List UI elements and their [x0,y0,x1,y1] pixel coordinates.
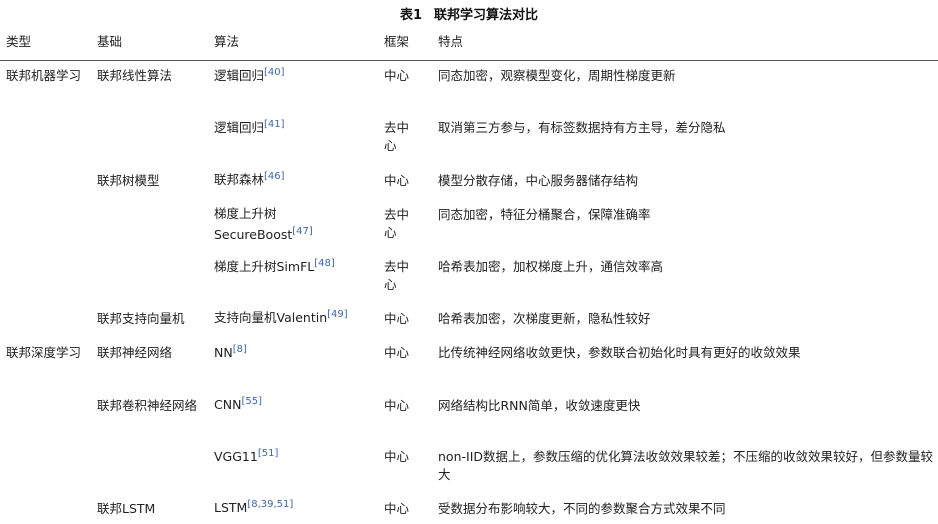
citation[interactable]: [49] [327,309,348,320]
header-type: 类型 [6,34,32,49]
row-framework: 中心 [384,173,410,188]
citation[interactable]: [8] [233,344,247,355]
row-framework: 中心 [384,68,410,83]
citation[interactable]: [41] [264,119,285,130]
row-algorithm: NN[8] [214,344,247,361]
row-features: 同态加密，特征分桶聚合，保障准确率 [438,207,651,222]
row-basis: 联邦线性算法 [97,68,173,83]
row-features: 哈希表加密，次梯度更新，隐私性较好 [438,311,651,326]
row-basis: 联邦支持向量机 [97,311,185,326]
header-framework: 框架 [384,34,410,49]
row-algorithm: 梯度上升树SimFL[48] [214,258,335,275]
row-algorithm: 联邦森林[46] [214,171,285,188]
row-framework: 中心 [384,345,410,360]
citation[interactable]: [47] [292,226,313,237]
row-features: 模型分散存储，中心服务器储存结构 [438,173,639,188]
table-title: 联邦学习算法对比 [434,8,539,23]
citation[interactable]: [55] [241,396,262,407]
row-features: 取消第三方参与，有标签数据持有方主导，差分隐私 [438,120,726,135]
row-algorithm: 支持向量机Valentin[49] [214,309,348,326]
row-framework: 中心 [384,501,410,516]
row-features: 比传统神经网络收敛更快，参数联合初始化时具有更好的收敛效果 [438,345,801,360]
row-framework: 去中心 [384,207,410,240]
row-algorithm: CNN[55] [214,396,262,413]
header-features: 特点 [438,34,464,49]
row-features: 网络结构比RNN简单，收敛速度更快 [438,398,641,413]
header-basis: 基础 [97,34,123,49]
row-basis: 联邦卷积神经网络 [97,398,198,413]
row-framework: 中心 [384,398,410,413]
table-number: 表1 [399,8,423,23]
row-basis: 联邦LSTM [97,501,156,516]
row-algorithm: LSTM[8,39,51] [214,499,294,516]
header-algorithm: 算法 [214,34,240,49]
citation[interactable]: [51] [258,448,279,459]
citation[interactable]: [40] [264,67,285,78]
citation[interactable]: [8,39,51] [247,499,293,510]
row-framework: 去中心 [384,259,410,292]
row-algorithm: 逻辑回归[40] [214,67,285,84]
citation[interactable]: [48] [314,258,335,269]
row-basis: 联邦树模型 [97,173,160,188]
row-features: 哈希表加密，加权梯度上升，通信效率高 [438,259,664,274]
row-features: non-IID数据上，参数压缩的优化算法收敛效果较差；不压缩的收敛效果较好，但参… [438,449,934,482]
row-framework: 中心 [384,449,410,464]
citation[interactable]: [46] [264,171,285,182]
row-features: 受数据分布影响较大，不同的参数聚合方式效果不同 [438,501,726,516]
row-algorithm: VGG11[51] [214,448,279,465]
table-caption: 表1 联邦学习算法对比 [0,4,938,23]
row-framework: 去中心 [384,120,410,153]
row-type: 联邦深度学习 [6,345,82,360]
header-divider [0,60,938,61]
row-algorithm: 逻辑回归[41] [214,119,285,136]
row-framework: 中心 [384,311,410,326]
row-algorithm: 梯度上升树 SecureBoost[47] [214,206,313,243]
row-features: 同态加密，观察模型变化，周期性梯度更新 [438,68,676,83]
row-basis: 联邦神经网络 [97,345,173,360]
row-type: 联邦机器学习 [6,68,82,83]
